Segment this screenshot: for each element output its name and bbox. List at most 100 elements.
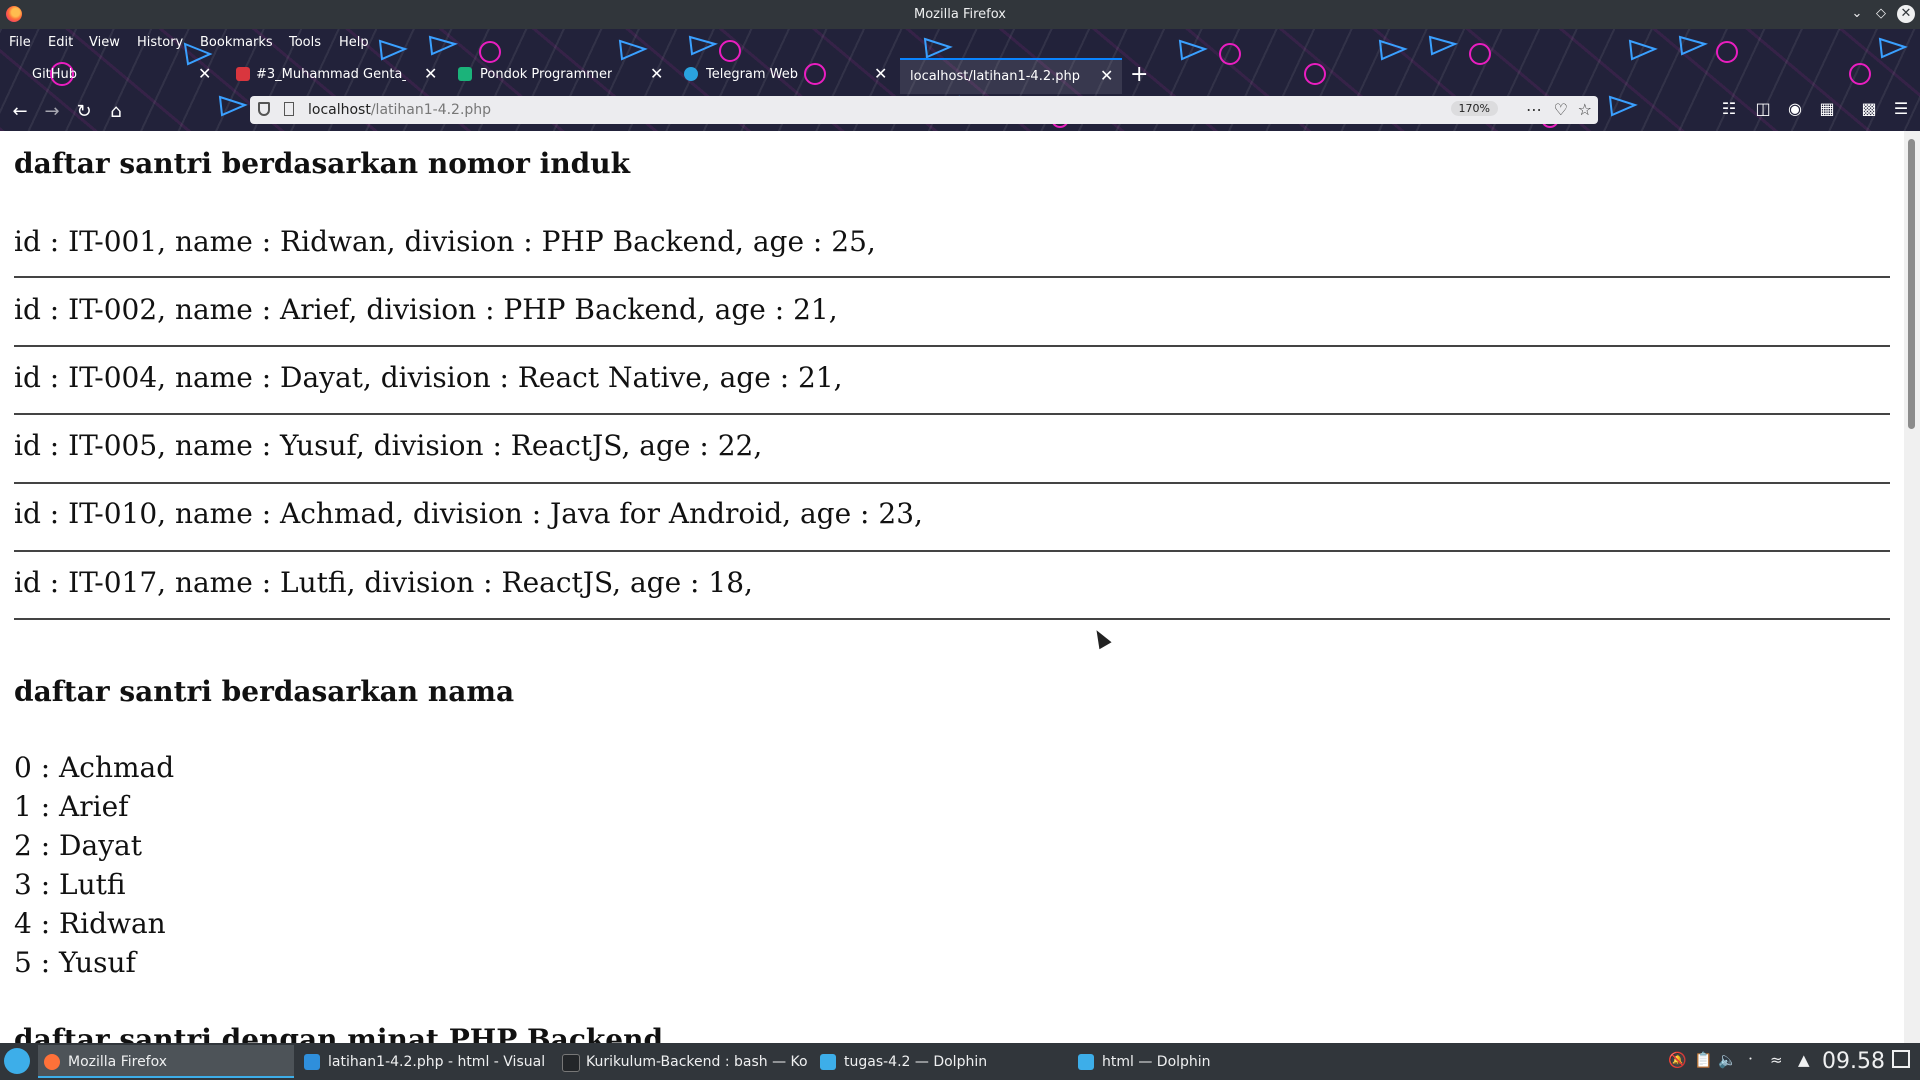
- menu-help[interactable]: Help: [339, 35, 369, 50]
- vertical-scrollbar[interactable]: [1904, 131, 1920, 1043]
- list-item: 1 : Arief: [14, 790, 129, 823]
- url-path: /latihan1-4.2.php: [370, 102, 492, 118]
- list-item: id : IT-002, name : Arief, division : PH…: [14, 293, 838, 326]
- tab-bar: GitHub ✕ #3_Muhammad Genta_ ✕ Pondok Pro…: [0, 58, 1920, 94]
- heading-by-name: daftar santri berdasarkan nama: [14, 675, 515, 708]
- tray-expand-icon[interactable]: ▲: [1798, 1051, 1810, 1069]
- divider: [14, 413, 1890, 415]
- zoom-level-badge[interactable]: 170%: [1450, 101, 1498, 116]
- library-icon[interactable]: ☷: [1718, 99, 1740, 118]
- taskbar-item-label: tugas-4.2 — Dolphin: [844, 1054, 988, 1070]
- bookmark-star-icon[interactable]: ☆: [1578, 100, 1592, 119]
- reload-icon[interactable]: ↻: [71, 99, 97, 125]
- home-icon[interactable]: ⌂: [103, 99, 129, 125]
- list-item: 0 : Achmad: [14, 751, 175, 784]
- tab-localhost-latihan[interactable]: localhost/latihan1-4.2.php ✕: [900, 58, 1122, 94]
- url-host: localhost: [308, 102, 371, 118]
- volume-icon[interactable]: 🔈: [1718, 1051, 1737, 1069]
- tab-github[interactable]: GitHub ✕: [8, 58, 216, 92]
- list-item: id : IT-001, name : Ridwan, division : P…: [14, 225, 876, 258]
- forward-arrow-icon[interactable]: →: [39, 99, 65, 125]
- account-icon[interactable]: ◉: [1784, 99, 1806, 118]
- url-bar[interactable]: localhost/latihan1-4.2.php 170% ⋯ ♡ ☆: [250, 96, 1598, 124]
- taskbar-item-label: Kurikulum-Backend : bash — Kons...: [586, 1054, 808, 1070]
- taskbar-item-vscode[interactable]: latihan1-4.2.php - html - Visual Stu...: [298, 1045, 554, 1078]
- menu-edit[interactable]: Edit: [48, 35, 73, 50]
- divider: [14, 345, 1890, 347]
- application-launcher-icon[interactable]: [4, 1048, 30, 1074]
- folder-icon: [1078, 1054, 1094, 1070]
- menu-view[interactable]: View: [89, 35, 120, 50]
- sidebar-icon[interactable]: ◫: [1752, 99, 1774, 118]
- menu-tools[interactable]: Tools: [289, 35, 321, 50]
- menu-history[interactable]: History: [137, 35, 183, 50]
- notifications-muted-icon[interactable]: 🔕: [1668, 1051, 1687, 1069]
- wifi-icon[interactable]: ≈: [1770, 1051, 1783, 1069]
- tab-label: GitHub: [32, 67, 78, 82]
- tab-label: #3_Muhammad Genta_: [256, 67, 406, 82]
- divider: [14, 618, 1890, 620]
- taskbar-item-dolphin-tugas[interactable]: tugas-4.2 — Dolphin: [814, 1045, 1070, 1078]
- window-title: Mozilla Firefox: [914, 7, 1006, 22]
- hamburger-menu-icon[interactable]: ☰: [1890, 99, 1912, 118]
- taskbar-item-label: html — Dolphin: [1102, 1054, 1211, 1070]
- menu-file[interactable]: File: [9, 35, 31, 50]
- minimize-icon[interactable]: ⌄: [1848, 5, 1866, 23]
- close-tab-icon[interactable]: ✕: [424, 64, 437, 83]
- list-item: 4 : Ridwan: [14, 907, 166, 940]
- pocket-icon[interactable]: ♡: [1554, 100, 1568, 119]
- maximize-icon[interactable]: ◇: [1872, 5, 1890, 23]
- divider: [14, 550, 1890, 552]
- url-text[interactable]: localhost/latihan1-4.2.php: [308, 102, 491, 118]
- divider: [14, 482, 1890, 484]
- clipboard-icon[interactable]: 📋: [1694, 1051, 1713, 1069]
- divider: [14, 276, 1890, 278]
- close-tab-icon[interactable]: ✕: [198, 64, 211, 83]
- taskbar-item-label: latihan1-4.2.php - html - Visual Stu...: [328, 1054, 550, 1070]
- tab-label: localhost/latihan1-4.2.php: [910, 69, 1080, 84]
- bluetooth-icon[interactable]: ᛫: [1746, 1051, 1755, 1069]
- vscode-icon: [304, 1054, 320, 1070]
- extensions-icon[interactable]: ▩: [1858, 99, 1880, 118]
- list-item: 2 : Dayat: [14, 829, 142, 862]
- site-favicon-icon: [236, 67, 250, 81]
- tab-label: Telegram Web: [706, 67, 799, 82]
- taskbar-item-dolphin-html[interactable]: html — Dolphin: [1072, 1045, 1328, 1078]
- menu-bar: File Edit View History Bookmarks Tools H…: [0, 29, 1920, 57]
- telegram-icon: [684, 67, 698, 81]
- scrollbar-thumb[interactable]: [1908, 139, 1915, 429]
- show-desktop-icon[interactable]: [1892, 1050, 1910, 1068]
- taskbar-item-firefox[interactable]: Mozilla Firefox: [38, 1045, 294, 1078]
- close-tab-icon[interactable]: ✕: [650, 64, 663, 83]
- page-actions-icon[interactable]: ⋯: [1526, 100, 1542, 119]
- navigation-bar: ← → ↻ ⌂ localhost/latihan1-4.2.php 170% …: [0, 93, 1920, 131]
- taskbar-item-konsole[interactable]: Kurikulum-Backend : bash — Kons...: [556, 1045, 812, 1078]
- list-item: 3 : Lutfi: [14, 868, 126, 901]
- menu-bookmarks[interactable]: Bookmarks: [200, 35, 273, 50]
- tab-label: Pondok Programmer: [480, 67, 613, 82]
- close-tab-icon[interactable]: ✕: [874, 64, 887, 83]
- back-arrow-icon[interactable]: ←: [7, 99, 33, 125]
- tab-muhammad-genta[interactable]: #3_Muhammad Genta_ ✕: [226, 58, 442, 92]
- clock[interactable]: 09.58: [1822, 1049, 1885, 1074]
- page-content: daftar santri berdasarkan nomor induk id…: [0, 131, 1904, 1043]
- terminal-icon: [562, 1054, 580, 1072]
- firefox-icon: [44, 1054, 60, 1070]
- heading-php-backend: daftar santri dengan minat PHP Backend: [14, 1023, 664, 1043]
- tab-pondok-programmer[interactable]: Pondok Programmer ✕: [450, 58, 668, 92]
- window-titlebar: Mozilla Firefox ⌄ ◇ ✕: [0, 0, 1920, 29]
- translate-extension-icon[interactable]: ▦: [1816, 99, 1838, 118]
- close-tab-icon[interactable]: ✕: [1100, 66, 1113, 85]
- tracking-protection-shield-icon[interactable]: [258, 102, 270, 116]
- close-window-icon[interactable]: ✕: [1897, 5, 1915, 23]
- site-favicon-icon: [458, 67, 472, 81]
- heading-by-id: daftar santri berdasarkan nomor induk: [14, 147, 631, 180]
- tab-telegram-web[interactable]: Telegram Web ✕: [676, 58, 896, 92]
- taskbar: Mozilla Firefox latihan1-4.2.php - html …: [0, 1043, 1920, 1080]
- new-tab-plus-icon[interactable]: +: [1130, 62, 1148, 87]
- list-item: id : IT-017, name : Lutfi, division : Re…: [14, 566, 753, 599]
- list-item: id : IT-004, name : Dayat, division : Re…: [14, 361, 843, 394]
- page-info-icon[interactable]: [284, 102, 294, 116]
- folder-icon: [820, 1054, 836, 1070]
- list-item: id : IT-005, name : Yusuf, division : Re…: [14, 429, 763, 462]
